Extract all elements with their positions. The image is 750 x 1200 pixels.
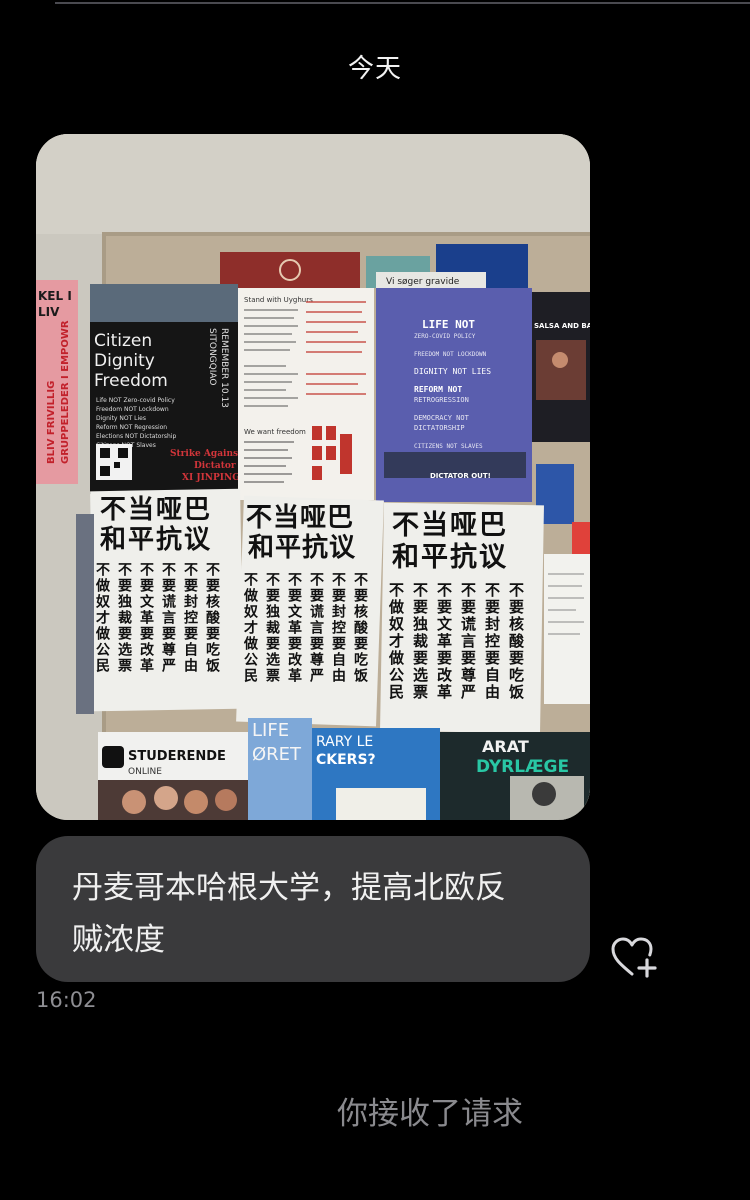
- message-text-line-1: 丹麦哥本哈根大学，提高北欧反: [72, 870, 506, 906]
- poster-slogan: Freedom NOT Lockdown: [96, 406, 169, 413]
- cn-header-1: 不当哑巴: [100, 495, 212, 525]
- cn-column: 不要独裁要选票: [411, 582, 429, 701]
- blue-line-7: DEMOCRACY NOT: [414, 414, 470, 422]
- cn-column: 不要谎言要尊严: [459, 582, 477, 701]
- blue-line-3: FREEDOM NOT LOCKDOWN: [414, 351, 487, 358]
- chinese-poster-3: 不当哑巴 和平抗议 不做奴才做公民 不要独裁要选票 不要文革要改革 不要谎言要尊…: [380, 502, 544, 734]
- cn-column: 不要独裁要选票: [116, 562, 132, 674]
- cn-column: 不要封控要自由: [330, 572, 346, 684]
- cn-header-1: 不当哑巴: [392, 510, 508, 541]
- system-notice: 你接收了请求: [337, 1096, 523, 1132]
- cn-header-2: 和平抗议: [248, 532, 356, 563]
- cn-column: 不要文革要改革: [138, 562, 154, 674]
- cn-column: 不要谎言要尊严: [308, 572, 325, 684]
- poster-title-2: Dignity: [94, 351, 155, 371]
- cn-header-2: 和平抗议: [100, 524, 212, 555]
- blue-line-1: LIFE NOT: [422, 318, 475, 331]
- blue-line-6: RETROGRESSION: [414, 396, 469, 404]
- message-bubble[interactable]: 丹麦哥本哈根大学，提高北欧反 贼浓度: [36, 836, 590, 982]
- cn-header-1: 不当哑巴: [246, 503, 354, 533]
- cn-column: 不要封控要自由: [483, 582, 501, 701]
- blue-line-9: CITIZENS NOT SLAVES: [414, 443, 483, 450]
- sign-arat: ARAT: [482, 737, 529, 756]
- sign-online: ONLINE: [128, 767, 162, 777]
- cn-column: 不做奴才做公民: [94, 562, 111, 674]
- cn-column: 不做奴才做公民: [387, 582, 405, 701]
- sign-dyrlaege: DYRLÆGE: [476, 757, 569, 777]
- message-timestamp: 16:02: [36, 988, 97, 1012]
- cn-column: 不要核酸要吃饭: [507, 582, 525, 701]
- blue-line-4: DIGNITY NOT LIES: [414, 367, 491, 376]
- cn-column: 不要谎言要尊严: [160, 562, 177, 674]
- cn-column: 不要核酸要吃饭: [204, 562, 221, 674]
- poster-title-1: Citizen: [94, 331, 152, 351]
- cn-column: 不要文革要改革: [286, 572, 302, 684]
- strike-3: XI JINPING: [182, 473, 240, 483]
- date-header: 今天: [347, 54, 402, 84]
- poster-slogan: Reform NOT Regression: [96, 424, 167, 431]
- banner-line-2: LIV: [38, 305, 60, 319]
- poster-side-2: SITONGQIAO: [207, 328, 217, 385]
- strike-2: Dictator: [194, 461, 236, 471]
- banner-line-1: KEL I: [38, 289, 72, 303]
- chinese-poster-1: 不当哑巴 和平抗议 不做奴才做公民 不要独裁要选票 不要文革要改革 不要谎言要尊…: [90, 488, 244, 712]
- cn-column: 不要独裁要选票: [264, 572, 280, 684]
- sign-life: LIFE: [252, 720, 289, 741]
- sign-viseger: Vi søger gravide: [386, 277, 460, 287]
- sign-lockers: CKERS?: [316, 752, 376, 768]
- poster-side-1: REMEMBER 10.13: [219, 328, 229, 408]
- handwritten-text-1: Stand with Uyghurs: [244, 296, 313, 304]
- poster-slogan: Life NOT Zero-covid Policy: [96, 397, 175, 404]
- cn-header-2: 和平抗议: [392, 541, 508, 573]
- poster-title-3: Freedom: [94, 371, 168, 391]
- poster-slogan: Elections NOT Dictatorship: [96, 433, 176, 440]
- salsa-text: SALSA AND BACH: [534, 322, 590, 330]
- image-message[interactable]: Vi søger gravide KEL I LIV BLIV FRIVILLI…: [36, 134, 590, 820]
- header-divider: [55, 2, 750, 4]
- cn-column: 不要封控要自由: [182, 562, 198, 674]
- heart-plus-icon[interactable]: [610, 936, 660, 980]
- cn-column: 不要文革要改革: [435, 582, 453, 701]
- sign-studerende: STUDERENDE: [128, 749, 226, 764]
- cn-column: 不做奴才做公民: [242, 572, 259, 684]
- blue-line-2: ZERO-COVID POLICY: [414, 333, 476, 340]
- blue-line-5: REFORM NOT: [414, 385, 462, 394]
- banner-line-3: BLIV FRIVILLIG: [46, 381, 57, 464]
- message-text-line-2: 贼浓度: [72, 922, 165, 958]
- poster-slogan: Dignity NOT Lies: [96, 415, 146, 422]
- sign-library: RARY LE: [316, 734, 373, 750]
- handwritten-text-2: We want freedom: [244, 428, 306, 436]
- blue-line-8: DICTATORSHIP: [414, 424, 465, 432]
- chinese-poster-2: 不当哑巴 和平抗议 不做奴才做公民 不要独裁要选票 不要文革要改革 不要谎言要尊…: [236, 495, 384, 727]
- noticeboard-photo: Vi søger gravide KEL I LIV BLIV FRIVILLI…: [36, 134, 590, 820]
- blue-footer: DICTATOR OUT!: [430, 472, 491, 480]
- sign-oret: ØRET: [252, 744, 302, 765]
- cn-column: 不要核酸要吃饭: [352, 572, 369, 684]
- banner-line-4: GRUPPELEDER I EMPOWR: [60, 320, 71, 464]
- strike-1: Strike Against: [170, 449, 243, 459]
- chat-screen: 今天 Vi søger gravide KEL I LIV BLIV FRIVI…: [0, 0, 750, 1200]
